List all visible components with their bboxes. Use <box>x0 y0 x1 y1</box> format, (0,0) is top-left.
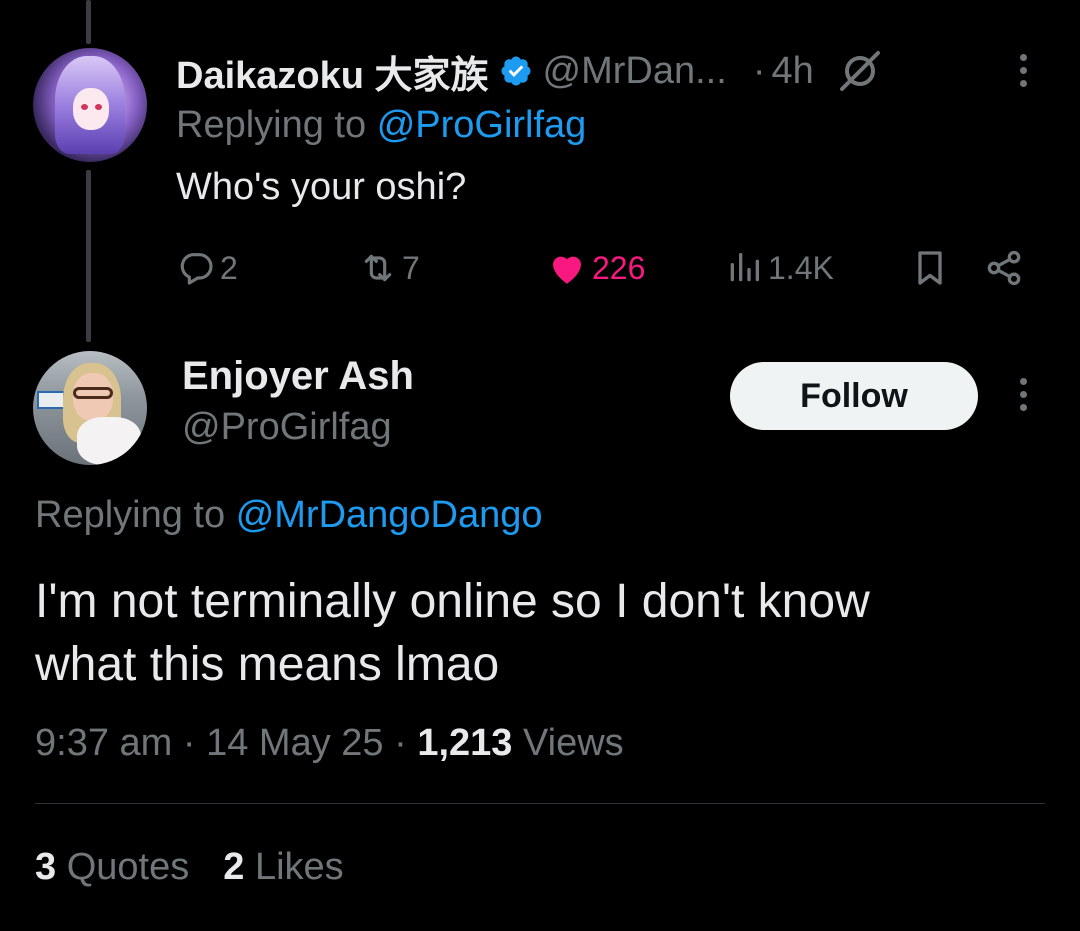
parent-display-name[interactable]: Daikazoku 大家族 <box>176 44 489 99</box>
like-count: 226 <box>592 249 646 286</box>
replying-to-label: Replying to <box>35 494 226 536</box>
views-icon <box>730 253 759 282</box>
retweet-count: 7 <box>402 249 420 286</box>
likes-link[interactable]: 2 Likes <box>223 846 343 889</box>
replying-to-link[interactable]: @ProGirlfag <box>377 104 587 146</box>
tweet-text-line: I'm not terminally online so I don't kno… <box>35 575 870 628</box>
main-replying-to: Replying to @MrDangoDango <box>35 494 543 537</box>
divider <box>35 803 1045 804</box>
share-button[interactable] <box>984 244 1024 292</box>
tweet-thread: Daikazoku 大家族 @MrDan... · 4h Replying to… <box>0 0 1080 931</box>
views-button[interactable]: 1.4K <box>724 244 834 292</box>
parent-handle[interactable]: @MrDan... <box>543 50 727 93</box>
more-options-icon[interactable] <box>1017 378 1029 418</box>
replying-to-link[interactable]: @MrDangoDango <box>236 494 543 536</box>
engagement-stats: 3 Quotes 2 Likes <box>35 846 344 889</box>
main-avatar[interactable] <box>33 351 147 465</box>
parent-action-bar: 2 7 226 1.4K <box>176 244 1036 292</box>
quotes-link[interactable]: 3 Quotes <box>35 846 189 889</box>
avatar-eye-right <box>95 104 102 110</box>
like-button[interactable]: 226 <box>546 244 645 292</box>
thread-line <box>86 170 91 342</box>
verified-badge-icon[interactable] <box>499 54 533 88</box>
reply-count: 2 <box>220 249 238 286</box>
views-count: 1,213 <box>417 722 513 764</box>
tweet-date[interactable]: 14 May 25 <box>206 722 383 764</box>
more-options-icon[interactable] <box>1017 54 1029 94</box>
views-count: 1.4K <box>768 249 834 286</box>
tweet-time[interactable]: 9:37 am <box>35 722 172 764</box>
retweet-icon <box>364 254 392 282</box>
likes-label: Likes <box>254 846 344 888</box>
likes-count: 2 <box>223 846 245 888</box>
grok-icon[interactable] <box>836 47 884 95</box>
main-handle[interactable]: @ProGirlfag <box>182 406 392 449</box>
quotes-label: Quotes <box>66 846 190 888</box>
bookmark-button[interactable] <box>910 244 950 292</box>
parent-tweet-header: Daikazoku 大家族 @MrDan... · 4h <box>176 44 884 99</box>
quotes-count: 3 <box>35 846 57 888</box>
avatar-glasses <box>73 387 113 399</box>
main-display-name[interactable]: Enjoyer Ash <box>182 354 414 399</box>
views-label: Views <box>522 722 624 764</box>
main-tweet-text: I'm not terminally online so I don't kno… <box>35 570 1045 696</box>
avatar-eye-left <box>81 104 88 110</box>
tweet-text-line: what this means lmao <box>35 638 500 691</box>
replying-to-label: Replying to <box>176 104 367 146</box>
parent-replying-to: Replying to @ProGirlfag <box>176 104 586 147</box>
bookmark-icon <box>918 251 942 285</box>
retweet-button[interactable]: 7 <box>358 244 420 292</box>
avatar-plush <box>77 417 141 465</box>
parent-timestamp[interactable]: 4h <box>771 50 813 93</box>
reply-icon <box>180 253 213 285</box>
thread-line-top <box>86 0 91 44</box>
reply-button[interactable]: 2 <box>176 244 238 292</box>
tweet-meta: 9:37 am · 14 May 25 · 1,213 Views <box>35 722 624 765</box>
separator-dot: · <box>752 49 766 92</box>
share-icon <box>987 250 1021 286</box>
heart-icon <box>553 256 581 284</box>
avatar-background-sign <box>37 391 65 409</box>
separator-dot: · <box>182 722 196 764</box>
separator-dot: · <box>394 722 407 764</box>
follow-button[interactable]: Follow <box>730 362 978 430</box>
avatar-face <box>73 88 109 130</box>
parent-avatar[interactable] <box>33 48 147 162</box>
parent-tweet-text: Who's your oshi? <box>176 166 467 208</box>
